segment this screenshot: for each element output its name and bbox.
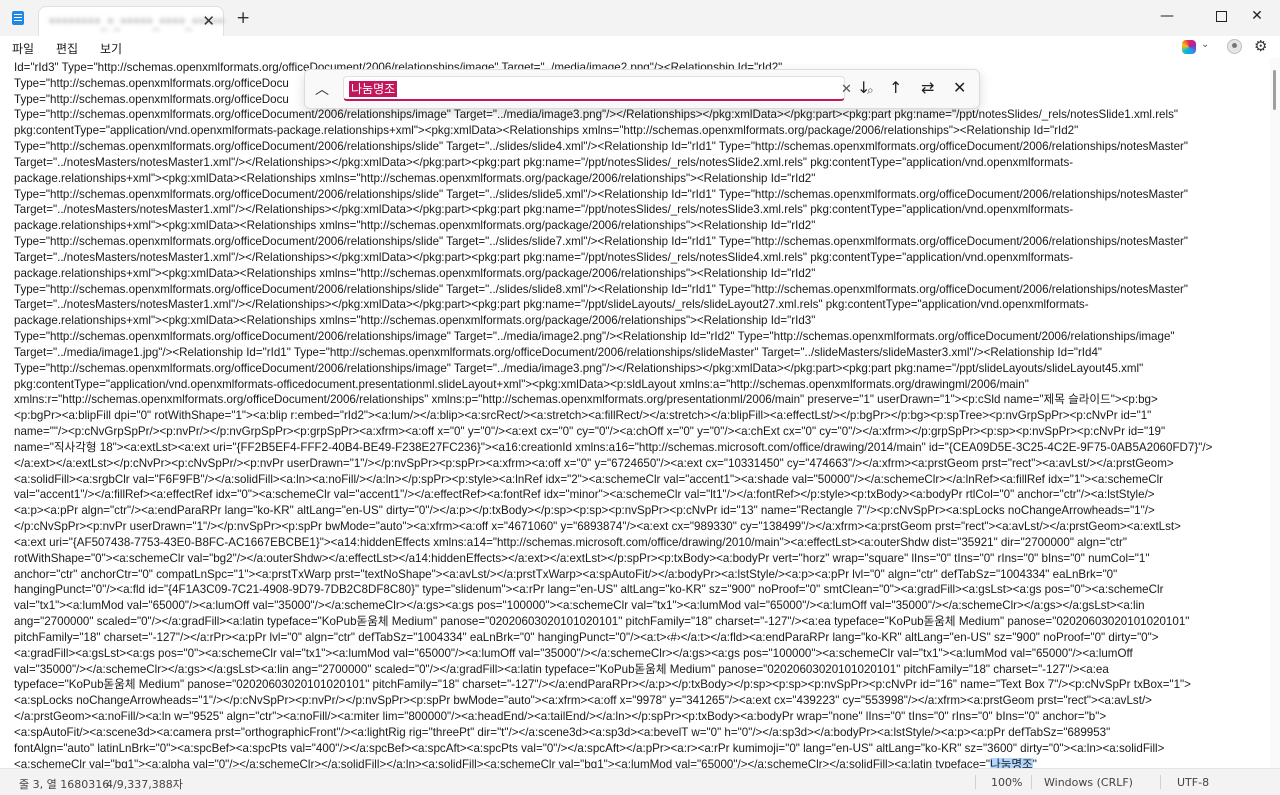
text-line: hangingPunct="0"/><a:fld id="{4F1A3C09-7… bbox=[14, 583, 1164, 597]
status-divider bbox=[975, 775, 976, 789]
text-line: name=""/><p:cNvGrpSpPr/><p:nvPr/></p:nvG… bbox=[14, 425, 1166, 439]
text-line: Target="../notesMasters/notesMaster1.xml… bbox=[14, 155, 1074, 169]
status-divider bbox=[1031, 775, 1032, 789]
text-line: Target="../notesMasters/notesMaster1.xml… bbox=[14, 203, 1074, 217]
tab-title: ********_*_*****_****_***** bbox=[49, 16, 225, 30]
menu-bar: 파일 편집 보기 ⌄ ⚙ bbox=[0, 36, 1280, 58]
text-line: Type="http://schemas.openxmlformats.org/… bbox=[14, 330, 1175, 344]
text-line: <a:schemeClr val="bg1"><a:alpha val="0"/… bbox=[14, 757, 1037, 768]
text-line: Type="http://schemas.openxmlformats.org/… bbox=[14, 282, 1189, 296]
text-line: package.relationships+xml"><pkg:xmlData>… bbox=[14, 171, 816, 185]
text-line: package.relationships+xml"><pkg:xmlData>… bbox=[14, 266, 816, 280]
text-line: anchor="ctr" anchorCtr="0" compatLnSpc="… bbox=[14, 567, 1118, 581]
text-line: <a:p><a:pPr algn="ctr"/><a:endParaRPr la… bbox=[14, 504, 1155, 518]
menu-file[interactable]: 파일 bbox=[12, 40, 34, 57]
menu-view[interactable]: 보기 bbox=[100, 40, 122, 57]
text-line: pkg:contentType="application/vnd.openxml… bbox=[14, 124, 1079, 138]
text-line: <a:ext uri="{AF507438-7753-43E0-B8FC-AC1… bbox=[14, 535, 1127, 549]
text-segment: " bbox=[1032, 757, 1037, 768]
vertical-scrollbar[interactable] bbox=[1270, 58, 1280, 768]
text-editor[interactable]: Id="rId3" Type="http://schemas.openxmlfo… bbox=[0, 58, 1270, 768]
text-line: Type="http://schemas.openxmlformats.org/… bbox=[14, 140, 1189, 154]
maximize-icon bbox=[1215, 10, 1227, 22]
text-line: Type="http://schemas.openxmlformats.org/… bbox=[14, 108, 1178, 122]
find-input-value: 나눔명조 bbox=[349, 81, 398, 97]
title-bar: ********_*_*****_****_***** ✕ + — ✕ bbox=[0, 0, 1280, 36]
text-line: </a:prstGeom><a:noFill/><a:ln w="9525" a… bbox=[14, 710, 1107, 724]
new-tab-button[interactable]: + bbox=[236, 8, 250, 28]
text-line: </a:ext></a:extLst></p:cNvPr><p:cNvSpPr/… bbox=[14, 456, 1174, 470]
text-line: xmlns:r="http://schemas.openxmlformats.o… bbox=[14, 393, 1158, 407]
zoom-level[interactable]: 100% bbox=[991, 776, 1022, 789]
scrollbar-thumb[interactable] bbox=[1273, 70, 1276, 110]
text-line: Type="http://schemas.openxmlformats.org/… bbox=[14, 187, 1189, 201]
find-options-button[interactable]: ⇄ bbox=[921, 78, 934, 97]
text-segment: <a:schemeClr val="bg1"><a:alpha val="0"/… bbox=[14, 757, 991, 768]
find-input[interactable]: 나눔명조 ✕ ⌕ bbox=[343, 76, 874, 101]
text-line: <a:gradFill><a:gsLst><a:gs pos="0"><a:sc… bbox=[14, 646, 1133, 660]
text-line: Type="http://schemas.openxmlformats.org/… bbox=[14, 235, 1189, 249]
clear-search-icon[interactable]: ✕ bbox=[841, 82, 852, 97]
text-line: <a:spLocks noChangeArrowheads="1"/></p:c… bbox=[14, 694, 1152, 708]
copilot-icon[interactable] bbox=[1182, 40, 1196, 54]
text-line: Target="../media/image1.jpg"/><Relations… bbox=[14, 345, 1103, 359]
find-next-button[interactable]: ↓ bbox=[857, 78, 870, 97]
account-icon[interactable] bbox=[1227, 39, 1242, 54]
close-find-button[interactable]: ✕ bbox=[953, 78, 966, 97]
selected-match: 나눔명조 bbox=[990, 757, 1033, 768]
text-line: val="35000"/></a:schemeClr></a:gs></a:gs… bbox=[14, 662, 1109, 676]
text-line: pitchFamily="18" charset="-127"/></a:rPr… bbox=[14, 630, 1159, 644]
text-line: Type="http://schemas.openxmlformats.org/… bbox=[14, 76, 289, 90]
status-bar: 줄 3, 열 1680316 4/9,337,388자 100% Windows… bbox=[0, 768, 1280, 795]
text-line: <a:solidFill><a:srgbClr val="F6F9FB"/></… bbox=[14, 472, 1164, 486]
gear-icon[interactable]: ⚙ bbox=[1254, 37, 1267, 55]
text-line: <p:bgPr><a:blipFill dpi="0" rotWithShape… bbox=[14, 409, 1152, 423]
text-line: <a:spAutoFit/><a:scene3d><a:camera prst=… bbox=[14, 725, 1111, 739]
minimize-button[interactable]: — bbox=[1144, 4, 1190, 28]
close-tab-icon[interactable]: ✕ bbox=[202, 12, 215, 30]
text-line: package.relationships+xml"><pkg:xmlData>… bbox=[14, 219, 816, 233]
notepad-app-icon bbox=[12, 11, 24, 25]
text-line: val="tx1"><a:lumMod val="65000"/><a:lumO… bbox=[14, 599, 1145, 613]
text-line: name="직사각형 18"><a:extLst><a:ext uri="{FF… bbox=[14, 440, 1213, 454]
character-count: 4/9,337,388자 bbox=[106, 778, 183, 791]
status-divider bbox=[1160, 775, 1161, 789]
text-line: package.relationships+xml"><pkg:xmlData>… bbox=[14, 314, 816, 328]
find-panel: ︿ 나눔명조 ✕ ⌕ ↓ ↑ ⇄ ✕ bbox=[304, 69, 980, 109]
text-line: </p:cNvSpPr><p:nvPr userDrawn="1"/></p:n… bbox=[14, 520, 1181, 534]
chevron-down-icon[interactable]: ⌄ bbox=[1201, 39, 1209, 50]
text-line: Type="http://schemas.openxmlformats.org/… bbox=[14, 92, 289, 106]
toggle-replace-icon[interactable]: ︿ bbox=[315, 79, 329, 99]
text-line: Target="../notesMasters/notesMaster1.xml… bbox=[14, 298, 1089, 312]
text-line: ang="2700000" scaled="0"/></a:gradFill><… bbox=[14, 615, 1190, 629]
encoding[interactable]: UTF-8 bbox=[1177, 776, 1209, 789]
text-line: fontAlgn="auto" latinLnBrk="0"><a:spcBef… bbox=[14, 741, 1165, 755]
text-line: Type="http://schemas.openxmlformats.org/… bbox=[14, 361, 1144, 375]
document-tab[interactable]: ********_*_*****_****_***** ✕ bbox=[38, 6, 224, 36]
text-line: val="accent1"/></a:fillRef><a:effectRef … bbox=[14, 488, 1155, 502]
cursor-position: 줄 3, 열 1680316 bbox=[19, 778, 110, 791]
find-previous-button[interactable]: ↑ bbox=[889, 78, 902, 97]
close-window-button[interactable]: ✕ bbox=[1234, 4, 1280, 28]
text-line: Target="../notesMasters/notesMaster1.xml… bbox=[14, 250, 1074, 264]
line-ending[interactable]: Windows (CRLF) bbox=[1044, 776, 1133, 789]
text-line: typeface="KoPub돋움체 Medium" panose="02020… bbox=[14, 678, 1191, 692]
menu-edit[interactable]: 편집 bbox=[56, 40, 78, 57]
text-line: pkg:contentType="application/vnd.openxml… bbox=[14, 377, 1029, 391]
text-line: rotWithShape="0"><a:schemeClr val="bg2"/… bbox=[14, 551, 1150, 565]
